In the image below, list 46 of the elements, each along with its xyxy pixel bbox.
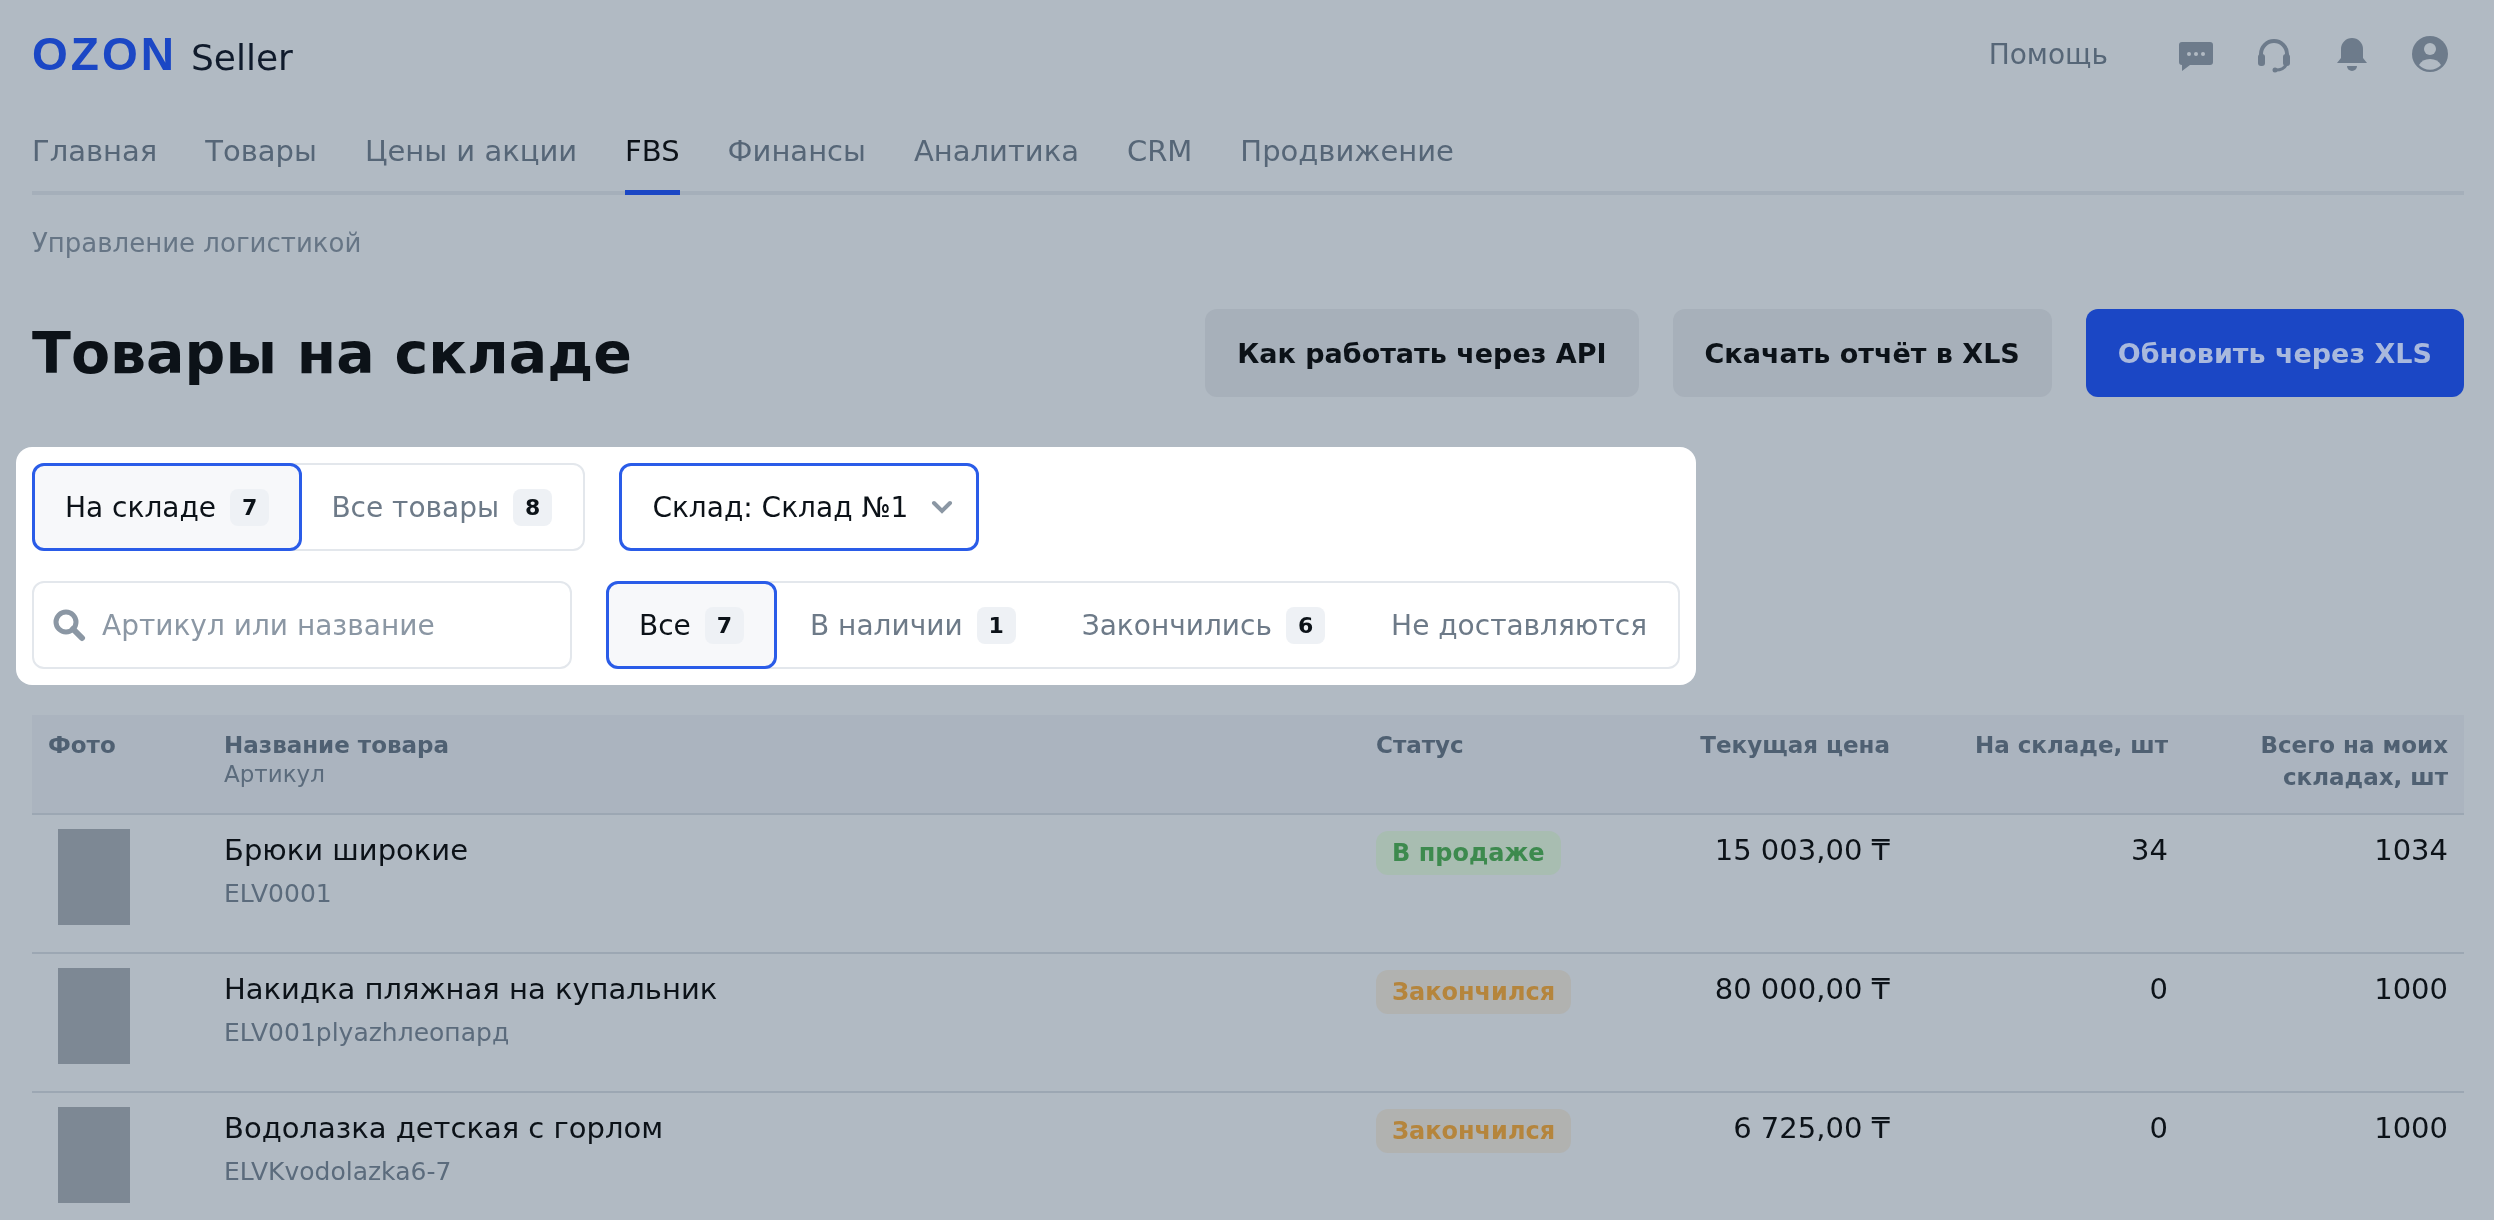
column-header: Фото [48, 732, 116, 758]
product-name[interactable]: Брюки широкие [224, 833, 1344, 867]
filter-tab[interactable]: Закончились 6 [1048, 581, 1359, 669]
page-title: Товары на складе [32, 320, 632, 386]
status-badge: Закончился [1376, 1109, 1572, 1153]
search-field[interactable]: Артикул или название [32, 581, 572, 669]
product-name[interactable]: Накидка пляжная на купальник [224, 972, 1344, 1006]
product-sku: ELV001plyazhлеопард [224, 1018, 511, 1047]
product-sku: ELVKvodolazka6-7 [224, 1157, 453, 1186]
nav-tab[interactable]: FBS [625, 108, 680, 195]
action-button[interactable]: Обновить через XLS [2085, 309, 2464, 397]
count-badge: 6 [1285, 606, 1326, 644]
column-header: На складе, шт [1974, 732, 2168, 758]
count-badge: 1 [976, 606, 1016, 644]
breadcrumb: Управление логистикой [32, 228, 363, 258]
user-icon[interactable] [2410, 34, 2450, 74]
price-cell: 6 725,00 ₸ [1733, 1111, 1890, 1145]
logo[interactable]: OZON [32, 27, 177, 81]
product-name[interactable]: Водолазка детская с горлом [224, 1111, 1344, 1145]
column-subheader: Артикул [224, 761, 326, 788]
column-header: Статус [1376, 732, 1464, 758]
count-badge: 8 [513, 488, 553, 526]
column-header: Текущая цена [1700, 732, 1890, 758]
filter-tab[interactable]: Не доставляются [1358, 581, 1680, 669]
count-badge: 7 [704, 606, 745, 644]
filter-tab[interactable]: В наличии 1 [777, 581, 1049, 669]
filter-tab[interactable]: Все 7 [606, 581, 778, 669]
column-header: Название товара [224, 731, 450, 760]
count-badge: 7 [230, 488, 270, 526]
logo-caption: Seller [190, 37, 293, 78]
status-badge: В продаже [1376, 831, 1561, 875]
stock-cell: 34 [2131, 833, 2168, 867]
column-header: Всего на моих складах, шт [2260, 732, 2448, 791]
price-cell: 80 000,00 ₸ [1714, 972, 1890, 1006]
action-button[interactable]: Скачать отчёт в XLS [1672, 309, 2052, 397]
stock-cell: 0 [2149, 972, 2168, 1006]
total-cell: 1000 [2374, 972, 2448, 1006]
action-button[interactable]: Как работать через API [1205, 309, 1639, 397]
total-cell: 1000 [2374, 1111, 2448, 1145]
filter-tab[interactable]: На складе 7 [32, 463, 303, 551]
product-sku: ELV0001 [224, 879, 333, 908]
total-cell: 1034 [2374, 833, 2448, 867]
status-badge: Закончился [1376, 970, 1572, 1014]
price-cell: 15 003,00 ₸ [1714, 833, 1890, 867]
stock-cell: 0 [2149, 1111, 2168, 1145]
warehouse-dropdown[interactable]: Склад: Склад №1 [619, 463, 980, 551]
